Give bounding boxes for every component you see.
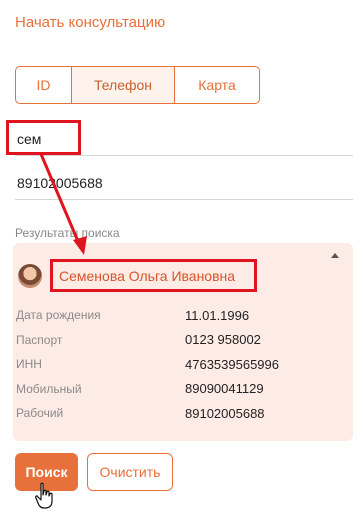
clear-button[interactable]: Очистить bbox=[87, 453, 173, 491]
detail-value: 4763539565996 bbox=[185, 356, 279, 372]
tab-id[interactable]: ID bbox=[15, 66, 72, 104]
phone-input[interactable]: 89102005688 bbox=[15, 166, 353, 200]
detail-value: 11.01.1996 bbox=[185, 307, 250, 323]
hand-cursor-icon bbox=[35, 482, 53, 509]
detail-value: 0123 958002 bbox=[185, 332, 261, 348]
detail-label: ИНН bbox=[16, 357, 42, 372]
person-name-highlight bbox=[50, 259, 257, 292]
detail-row: Дата рождения 11.01.1996 bbox=[16, 303, 336, 328]
detail-row: Паспорт 0123 958002 bbox=[16, 328, 336, 353]
detail-value: 89102005688 bbox=[185, 405, 265, 421]
person-details: Дата рождения 11.01.1996 Паспорт 0123 95… bbox=[16, 303, 336, 426]
name-input-highlight bbox=[6, 120, 81, 155]
detail-row: Мобильный 89090041129 bbox=[16, 377, 336, 402]
page-title[interactable]: Начать консультацию bbox=[15, 14, 165, 31]
detail-row: ИНН 4763539565996 bbox=[16, 352, 336, 377]
detail-label: Рабочий bbox=[16, 406, 64, 421]
phone-input-value: 89102005688 bbox=[17, 174, 103, 191]
search-type-tabs: ID Телефон Карта bbox=[15, 66, 260, 104]
detail-label: Мобильный bbox=[16, 381, 82, 396]
detail-row: Рабочий 89102005688 bbox=[16, 401, 336, 426]
tab-card[interactable]: Карта bbox=[174, 66, 260, 104]
detail-label: Дата рождения bbox=[16, 308, 101, 323]
detail-value: 89090041129 bbox=[185, 381, 264, 397]
tab-phone[interactable]: Телефон bbox=[71, 66, 175, 104]
avatar bbox=[18, 264, 42, 288]
collapse-caret-icon[interactable] bbox=[331, 253, 339, 258]
detail-label: Паспорт bbox=[16, 332, 63, 347]
results-label: Результаты поиска bbox=[15, 226, 120, 240]
